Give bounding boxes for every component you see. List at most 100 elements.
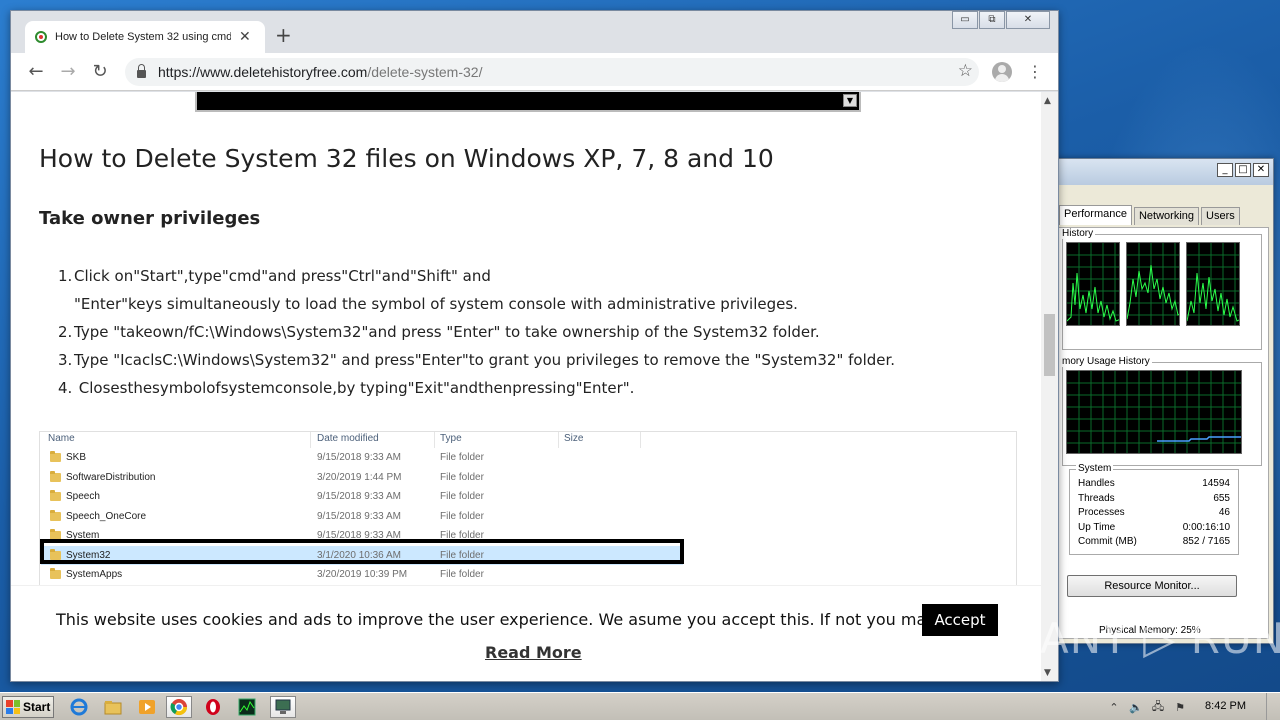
table-row[interactable]: SKB 9/15/2018 9:33 AM File folder (40, 448, 1016, 468)
windows-flag-icon (6, 700, 20, 714)
row-type: File folder (440, 510, 484, 522)
url-text[interactable]: https://www.deletehistoryfree.com/delete… (158, 64, 482, 80)
row-date: 9/15/2018 9:33 AM (317, 491, 401, 502)
task-manager-taskbar-icon[interactable] (234, 696, 260, 718)
resource-monitor-button[interactable]: Resource Monitor... (1067, 575, 1237, 597)
bookmark-star-icon[interactable]: ☆ (958, 61, 973, 81)
read-more-link[interactable]: Read More (485, 643, 582, 662)
tab-networking[interactable]: Networking (1133, 207, 1200, 225)
accept-cookies-button[interactable]: Accept (922, 604, 998, 636)
lock-icon (137, 64, 146, 78)
network-app-icon[interactable] (270, 696, 296, 718)
row-name: Speech (66, 491, 100, 502)
row-date: 9/15/2018 9:33 AM (317, 452, 401, 463)
browser-toolbar: ← → ↻ https://www.deletehistoryfree.com/… (11, 53, 1058, 91)
selection-highlight-frame (40, 539, 684, 564)
article-title: How to Delete System 32 files on Windows… (39, 144, 774, 173)
row-type: File folder (440, 471, 484, 483)
chevron-down-icon[interactable]: ▼ (843, 94, 857, 107)
window-restore-button[interactable]: ⧉ (979, 11, 1005, 29)
opera-icon[interactable] (200, 696, 226, 718)
file-explorer-icon[interactable] (100, 696, 126, 718)
stat-threads: Threads 655 (1078, 492, 1230, 504)
row-date: 3/20/2019 10:39 PM (317, 569, 408, 580)
taskbar: Start ⌃ 🔈 🖧 ⚑ 8:42 PM (0, 692, 1280, 720)
step-item: 1. Click on"Start",type"cmd"and press"Ctr… (58, 267, 798, 313)
page-content: ▼ How to Delete System 32 files on Windo… (11, 92, 1041, 681)
row-type: File folder (440, 491, 484, 502)
tm-maximize-button[interactable]: □ (1235, 163, 1251, 177)
col-name-header: Name (48, 433, 75, 444)
table-row[interactable]: Speech_OneCore 9/15/2018 9:33 AM File fold… (40, 507, 1016, 527)
explorer-screenshot: Name Date modified Type Size SKB 9/15/201… (39, 431, 1017, 606)
row-name: SoftwareDistribution (66, 471, 156, 483)
system-stats-header: System (1076, 463, 1114, 474)
tab-close-icon[interactable]: ✕ (239, 29, 251, 45)
browser-tab[interactable]: How to Delete System 32 using cmd ✕ (25, 21, 265, 53)
folder-icon (50, 568, 61, 579)
table-row[interactable]: SoftwareDistribution 3/20/2019 1:44 PM Fil… (40, 468, 1016, 488)
row-type: File folder (440, 569, 484, 580)
scroll-down-icon[interactable]: ▼ (1044, 668, 1051, 678)
stat-uptime: Up Time 0:00:16:10 (1078, 521, 1230, 533)
cpu-graph-2 (1126, 242, 1180, 326)
folder-icon (50, 509, 61, 521)
cookie-banner: This website uses cookies and ads to imp… (11, 585, 1041, 681)
chrome-taskbar-icon[interactable] (166, 696, 192, 718)
start-button[interactable]: Start (2, 696, 54, 718)
window-minimize-button[interactable]: ▭ (952, 11, 978, 29)
tab-performance[interactable]: Performance (1059, 205, 1132, 225)
stat-processes: Processes 46 (1078, 507, 1230, 518)
network-icon[interactable]: 🖧 (1150, 699, 1166, 715)
task-manager-window[interactable]: _ □ ✕ Performance Networking Users Histo… (1048, 158, 1274, 644)
tm-close-button[interactable]: ✕ (1253, 163, 1269, 177)
system-tray: ⌃ 🔈 🖧 ⚑ (1100, 695, 1280, 719)
explorer-header: Name Date modified Type Size (40, 432, 1016, 448)
new-tab-button[interactable]: + (275, 23, 292, 47)
show-hidden-icons-icon[interactable]: ⌃ (1106, 699, 1122, 715)
table-row[interactable]: SystemApps 3/20/2019 10:39 PM File folder (40, 565, 1016, 585)
scroll-thumb[interactable] (1044, 314, 1055, 376)
tab-title: How to Delete System 32 using cmd (55, 31, 231, 43)
row-name: SKB (66, 452, 87, 463)
folder-icon (50, 490, 61, 501)
row-type: File folder (440, 452, 484, 463)
anyrun-watermark: ANY ▷ RUN (1040, 614, 1280, 663)
cpu-graph-1 (1066, 242, 1120, 326)
tab-strip: How to Delete System 32 using cmd ✕ + ▭ … (11, 11, 1058, 53)
page-scrollbar[interactable]: ▲ ▼ (1041, 92, 1058, 681)
forward-button[interactable]: → (56, 60, 80, 84)
steps-list: 1. Click on"Start",type"cmd"and press"Ctr… (58, 262, 895, 402)
col-type-header: Type (440, 433, 462, 444)
cpu-history-label: History (1060, 228, 1096, 239)
internet-explorer-icon[interactable] (66, 696, 92, 718)
volume-icon[interactable]: 🔈 (1128, 699, 1144, 715)
taskbar-clock[interactable]: 8:42 PM (1205, 700, 1246, 712)
browser-window[interactable]: How to Delete System 32 using cmd ✕ + ▭ … (10, 10, 1059, 682)
tm-minimize-button[interactable]: _ (1217, 163, 1233, 177)
show-desktop-button[interactable] (1266, 693, 1280, 720)
step-item: 4. Closesthesymbolofsystemconsole,by typ… (58, 379, 635, 397)
folder-icon (50, 470, 61, 482)
section-heading: Take owner privileges (39, 208, 261, 229)
stat-handles: Handles 14594 (1078, 478, 1230, 489)
memory-graph (1066, 370, 1242, 454)
col-size-header: Size (564, 433, 584, 444)
media-player-icon[interactable] (134, 696, 160, 718)
system-stats-group: System Handles 14594 Threads 655 Processes… (1069, 463, 1239, 555)
row-name: SystemApps (66, 569, 123, 580)
stat-commit: Commit (MB) 852 / 7165 (1078, 536, 1230, 547)
browser-menu-button[interactable]: ⋮ (1027, 60, 1043, 84)
profile-avatar-icon[interactable] (992, 62, 1012, 82)
row-date: 9/15/2018 9:33 AM (317, 510, 401, 522)
back-button[interactable]: ← (24, 60, 48, 84)
step-item: 3. Type "IcaclsC:\Windows\System32" and p… (58, 351, 896, 369)
tab-users[interactable]: Users (1201, 207, 1240, 225)
address-bar[interactable]: https://www.deletehistoryfree.com/delete… (125, 58, 979, 86)
scroll-up-icon[interactable]: ▲ (1044, 96, 1051, 106)
table-row[interactable]: Speech 9/15/2018 9:33 AM File folder (40, 487, 1016, 507)
row-date: 3/20/2019 1:44 PM (317, 471, 402, 483)
window-close-button[interactable]: ✕ (1006, 11, 1050, 29)
reload-button[interactable]: ↻ (88, 60, 112, 84)
action-center-flag-icon[interactable]: ⚑ (1172, 699, 1188, 715)
